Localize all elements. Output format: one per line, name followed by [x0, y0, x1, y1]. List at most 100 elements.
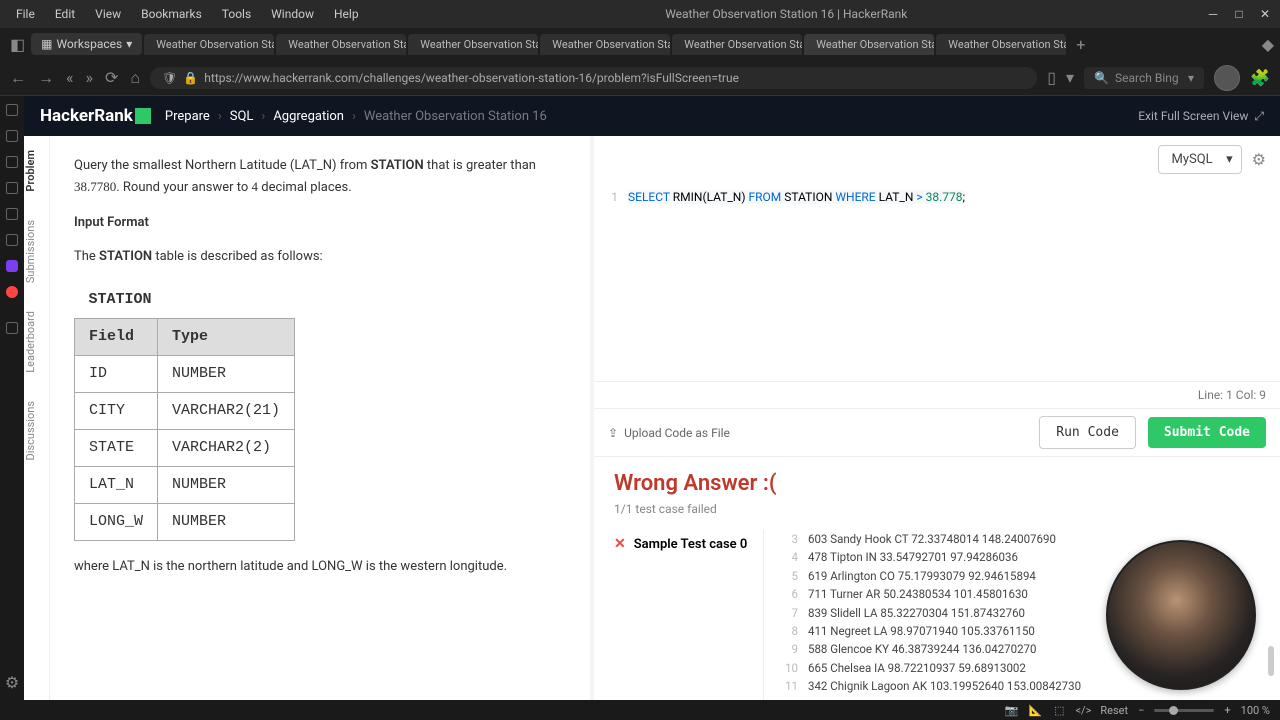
sidebar-toggle-icon[interactable]: ◧	[6, 35, 29, 54]
responsive-icon[interactable]: ⬚	[1052, 703, 1066, 717]
upload-icon: ⇪	[608, 426, 618, 440]
cell: STATE	[75, 430, 158, 467]
tab-0[interactable]: Weather Observation Stati	[144, 34, 274, 55]
search-box[interactable]: 🔍 Search Bing ▾	[1084, 67, 1204, 89]
ruler-icon[interactable]: 📐	[1028, 703, 1042, 717]
tab-label: Weather Observation Stati	[552, 38, 670, 51]
main-area: Problem Submissions Leaderboard Discussi…	[24, 136, 1280, 700]
collapse-icon: ⤢	[1254, 109, 1264, 124]
extensions-icon[interactable]: 🧩	[1250, 68, 1270, 87]
close-icon[interactable]: ✕	[1258, 7, 1272, 21]
test-case-0[interactable]: ✕ Sample Test case 0	[614, 530, 753, 558]
code-icon[interactable]: </>	[1076, 703, 1090, 717]
editor-settings-icon[interactable]: ⚙	[1252, 150, 1266, 169]
minimize-icon[interactable]: ─	[1206, 7, 1220, 21]
logo[interactable]: HackerRank	[40, 106, 151, 126]
problem-statement: Query the smallest Northern Latitude (LA…	[50, 136, 590, 700]
browser-toolbar: ← → « » ⟳ ⌂ 🛡 🔒 https://www.hackerrank.c…	[0, 60, 1280, 96]
back-icon[interactable]: ←	[10, 68, 26, 88]
grid-icon: ▦	[41, 37, 52, 51]
tab-2[interactable]: Weather Observation Stati	[408, 34, 538, 55]
upload-code-link[interactable]: ⇪ Upload Code as File	[608, 426, 730, 440]
zoom-in-icon[interactable]: +	[1224, 704, 1230, 717]
submit-code-button[interactable]: Submit Code	[1148, 417, 1266, 448]
text: table is described as follows:	[152, 249, 323, 264]
code-editor[interactable]: 1 SELECT RMIN(LAT_N) FROM STATION WHERE …	[594, 182, 1280, 381]
tab-4[interactable]: Weather Observation Stati	[672, 34, 802, 55]
url-text: https://www.hackerrank.com/challenges/we…	[204, 71, 739, 85]
crumb-sql[interactable]: SQL	[230, 109, 254, 124]
text: STATION	[99, 249, 152, 264]
chevron-down-icon: ▾	[1188, 71, 1194, 85]
workspaces-button[interactable]: ▦ Workspaces ▾	[31, 33, 142, 55]
reload-icon[interactable]: ⟳	[105, 68, 118, 88]
profile-avatar[interactable]	[1214, 65, 1240, 91]
zoom-slider[interactable]	[1154, 709, 1214, 712]
tab-3[interactable]: Weather Observation Stati	[540, 34, 670, 55]
crumb-aggregation[interactable]: Aggregation	[273, 109, 344, 124]
code-content: SELECT RMIN(LAT_N) FROM STATION WHERE LA…	[628, 190, 965, 204]
tab-label: Weather Observation Stati	[288, 38, 406, 51]
text: Query the smallest Northern Latitude (LA…	[74, 158, 371, 173]
text: The	[74, 249, 99, 264]
result-title: Wrong Answer :(	[614, 471, 1260, 496]
breadcrumb: Prepare › SQL › Aggregation › Weather Ob…	[165, 109, 547, 124]
cell: CITY	[75, 393, 158, 430]
sidetab-leaderboard[interactable]: Leaderboard	[24, 297, 49, 387]
run-code-button[interactable]: Run Code	[1039, 416, 1136, 449]
maximize-icon[interactable]: □	[1232, 7, 1246, 21]
new-tab-button[interactable]: +	[1068, 33, 1093, 56]
cell: LAT_N	[75, 467, 158, 504]
language-select[interactable]: MySQL ▾	[1158, 145, 1241, 174]
zoom-out-icon[interactable]: −	[1138, 704, 1144, 717]
browser-tabbar: ◧ ▦ Workspaces ▾ Weather Observation Sta…	[0, 28, 1280, 60]
rail-icon-1[interactable]	[6, 104, 18, 116]
zoom-thumb[interactable]	[1169, 706, 1178, 715]
tab-6[interactable]: Weather Observation Stati	[936, 34, 1066, 55]
exit-fullscreen-button[interactable]: Exit Full Screen View ⤢	[1138, 109, 1264, 124]
text: STATION	[371, 158, 424, 173]
sidetab-problem[interactable]: Problem	[24, 136, 49, 206]
sidetab-submissions[interactable]: Submissions	[24, 206, 49, 297]
tab-label: Weather Observation Stati	[816, 38, 934, 51]
reader-icon[interactable]: ▯	[1047, 68, 1056, 87]
menu-edit[interactable]: Edit	[47, 5, 83, 23]
rail-icon-7[interactable]	[6, 260, 18, 272]
menu-view[interactable]: View	[87, 5, 129, 23]
rail-icon-8[interactable]	[6, 286, 18, 298]
rail-icon-6[interactable]	[6, 234, 18, 246]
col-type: Type	[158, 319, 295, 356]
crumb-prepare[interactable]: Prepare	[165, 109, 210, 124]
note-text: where LAT_N is the northern latitude and…	[74, 557, 566, 578]
copilot-icon[interactable]: ◆	[1262, 35, 1274, 54]
history-forward-icon[interactable]: »	[86, 68, 94, 88]
history-back-icon[interactable]: «	[66, 68, 74, 88]
menu-file[interactable]: File	[8, 5, 43, 23]
window-title: Weather Observation Station 16 | HackerR…	[367, 7, 1206, 21]
rail-icon-4[interactable]	[6, 182, 18, 194]
tab-1[interactable]: Weather Observation Stati	[276, 34, 406, 55]
forward-icon[interactable]: →	[38, 68, 54, 88]
camera-icon[interactable]: 📷	[1004, 703, 1018, 717]
reset-button[interactable]: Reset	[1100, 704, 1128, 717]
settings-icon[interactable]: ⚙	[5, 673, 19, 692]
menu-bookmarks[interactable]: Bookmarks	[133, 5, 210, 23]
logo-text: HackerRank	[40, 106, 133, 126]
home-icon[interactable]: ⌂	[130, 68, 140, 88]
url-field[interactable]: 🛡 🔒 https://www.hackerrank.com/challenge…	[150, 67, 1037, 89]
sidetab-discussions[interactable]: Discussions	[24, 387, 49, 474]
status-bar: 📷 📐 ⬚ </> Reset − + 100 %	[0, 700, 1280, 720]
col-field: Field	[75, 319, 158, 356]
rail-icon-5[interactable]	[6, 208, 18, 220]
menu-help[interactable]: Help	[326, 5, 367, 23]
scrollbar-thumb[interactable]	[1268, 646, 1274, 676]
crumb-sep: ›	[218, 109, 222, 124]
bookmark-icon[interactable]: ▾	[1066, 68, 1074, 87]
menu-tools[interactable]: Tools	[214, 5, 259, 23]
rail-icon-2[interactable]	[6, 130, 18, 142]
crumb-sep: ›	[352, 109, 356, 124]
tab-5[interactable]: Weather Observation Stati	[804, 34, 934, 55]
rail-add-icon[interactable]	[6, 322, 18, 334]
rail-icon-3[interactable]	[6, 156, 18, 168]
menu-window[interactable]: Window	[263, 5, 322, 23]
